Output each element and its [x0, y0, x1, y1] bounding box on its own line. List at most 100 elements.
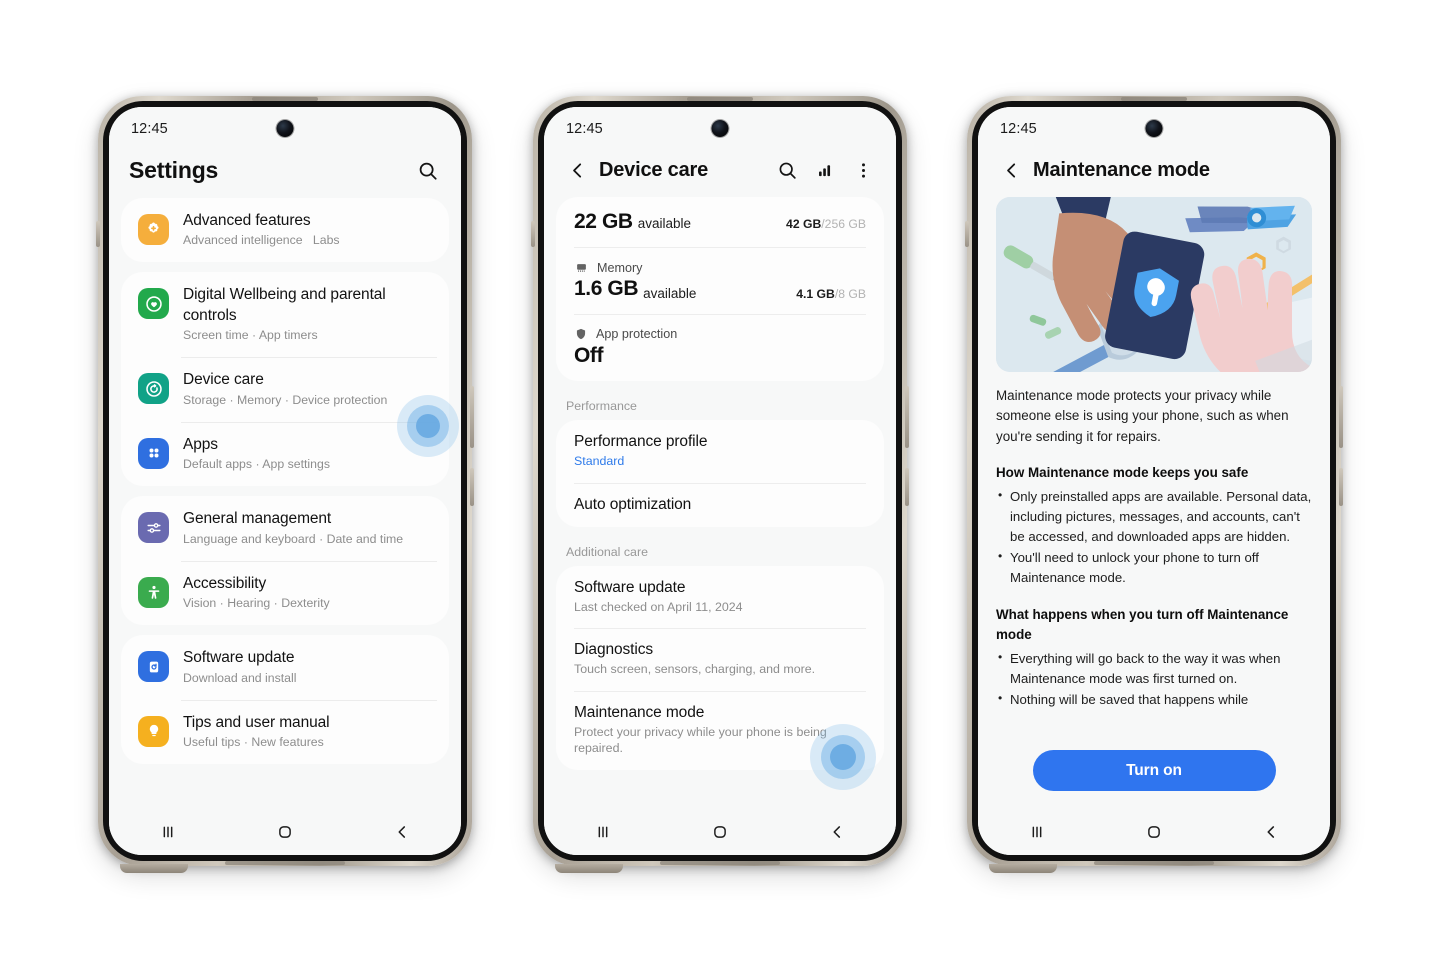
storage-available-value: 22 GB: [574, 210, 633, 233]
row-subtitle: Standard: [574, 454, 625, 468]
row-performance-profile[interactable]: Performance profile Standard: [556, 420, 884, 483]
settings-list[interactable]: Advanced features Advanced intelligence …: [109, 198, 461, 809]
page-title: Device care: [599, 158, 709, 181]
storage-available-label: available: [637, 216, 691, 231]
power-button[interactable]: [905, 468, 909, 506]
frame-antenna-bottom: [1094, 861, 1214, 865]
phone-device-care: 12:45 Device care 22 GB available 42 GB/…: [531, 96, 909, 873]
device-care-content[interactable]: 22 GB available 42 GB/256 GB Memory 1.6 …: [544, 197, 896, 809]
settings-row-title: Tips and user manual: [183, 713, 330, 731]
shield-icon: [574, 327, 588, 341]
system-navigation-bar: [978, 809, 1330, 855]
home-icon[interactable]: [1139, 817, 1169, 847]
settings-row-digital-wellbeing[interactable]: Digital Wellbeing and parental controls …: [121, 272, 449, 357]
sim-tray: [96, 221, 100, 247]
back-icon[interactable]: [822, 817, 852, 847]
list-item: Everything will go back to the way it wa…: [996, 648, 1312, 689]
row-maintenance-mode[interactable]: Maintenance mode Protect your privacy wh…: [556, 690, 884, 770]
memory-row[interactable]: Memory 1.6 GB available 4.1 GB/8 GB: [556, 247, 884, 314]
recents-icon[interactable]: [588, 817, 618, 847]
settings-row-accessibility[interactable]: Accessibility Vision · Hearing · Dexteri…: [121, 560, 449, 625]
status-bar: 12:45: [978, 107, 1330, 151]
frame-speaker-foot: [989, 864, 1057, 873]
device-status-card: 22 GB available 42 GB/256 GB Memory 1.6 …: [556, 197, 884, 381]
settings-row-title: Device care: [183, 371, 264, 389]
settings-row-device-care[interactable]: Device care Storage · Memory · Device pr…: [121, 357, 449, 421]
cta-container: Turn on: [978, 740, 1330, 803]
settings-row-title: Software update: [183, 649, 295, 667]
storage-total: /256 GB: [821, 217, 866, 231]
settings-row-subtitle: Advanced intelligence Labs: [183, 233, 340, 248]
phone-screen-maintenance: 12:45 Maintenance mode Maintenance mode …: [978, 107, 1330, 855]
volume-button[interactable]: [470, 386, 474, 448]
row-title: Performance profile: [574, 433, 708, 450]
power-button[interactable]: [470, 468, 474, 506]
safety-bullet-list: Only preinstalled apps are available. Pe…: [996, 486, 1312, 588]
advanced-features-icon: [138, 214, 169, 245]
status-bar: 12:45: [109, 107, 461, 151]
row-auto-optimization[interactable]: Auto optimization: [556, 482, 884, 527]
storage-row[interactable]: 22 GB available 42 GB/256 GB: [556, 197, 884, 247]
recents-icon[interactable]: [153, 817, 183, 847]
status-clock: 12:45: [1000, 121, 1037, 137]
turn-on-button[interactable]: Turn on: [1032, 750, 1276, 791]
device-care-app-bar: Device care: [544, 151, 896, 197]
power-button[interactable]: [1339, 468, 1343, 506]
maintenance-app-bar: Maintenance mode: [978, 151, 1330, 197]
settings-group: Digital Wellbeing and parental controls …: [121, 272, 449, 487]
row-title: Diagnostics: [574, 641, 654, 659]
additional-care-card: Software update Last checked on April 11…: [556, 565, 884, 771]
apps-icon: [138, 437, 169, 469]
settings-row-subtitle: Vision · Hearing · Dexterity: [183, 596, 330, 611]
back-icon[interactable]: [998, 157, 1024, 183]
home-icon[interactable]: [705, 817, 735, 847]
back-icon[interactable]: [564, 157, 590, 183]
section-heading-safety: How Maintenance mode keeps you safe: [996, 465, 1249, 481]
back-icon[interactable]: [1256, 817, 1286, 847]
frame-speaker-foot: [120, 864, 188, 873]
row-software-update[interactable]: Software update Last checked on April 11…: [556, 566, 884, 629]
frame-antenna-bottom: [660, 861, 780, 865]
settings-row-subtitle: Default apps · App settings: [183, 457, 330, 472]
app-protection-row[interactable]: App protection Off: [556, 314, 884, 381]
overflow-menu-icon[interactable]: [850, 157, 876, 183]
list-item: You'll need to unlock your phone to turn…: [996, 547, 1312, 588]
phone-screen-settings: 12:45 Settings Advanced features Advance…: [109, 107, 461, 855]
status-clock: 12:45: [566, 121, 603, 137]
search-icon[interactable]: [415, 158, 441, 184]
device-care-icon: [138, 373, 169, 405]
settings-row-apps[interactable]: Apps Default apps · App settings: [121, 421, 449, 486]
memory-available-value: 1.6 GB: [574, 277, 639, 300]
search-icon[interactable]: [774, 157, 800, 183]
home-icon[interactable]: [270, 817, 300, 847]
chart-icon[interactable]: [812, 157, 838, 183]
settings-row-subtitle: Useful tips · New features: [183, 734, 324, 749]
memory-chip-icon: [574, 260, 589, 275]
memory-total: /8 GB: [834, 287, 866, 301]
settings-row-tips[interactable]: Tips and user manual Useful tips · New f…: [121, 699, 449, 764]
storage-used: 42 GB: [786, 217, 822, 231]
settings-row-title: General management: [183, 510, 332, 528]
tips-icon: [138, 715, 169, 747]
volume-button[interactable]: [905, 386, 909, 448]
performance-card: Performance profile Standard Auto optimi…: [556, 420, 884, 527]
app-protection-value: Off: [574, 344, 604, 367]
back-icon[interactable]: [387, 817, 417, 847]
page-title: Maintenance mode: [1033, 158, 1210, 181]
system-navigation-bar: [544, 809, 896, 855]
settings-row-advanced-features[interactable]: Advanced features Advanced intelligence …: [121, 198, 449, 262]
volume-button[interactable]: [1339, 386, 1343, 448]
settings-row-general-management[interactable]: General management Language and keyboard…: [121, 496, 449, 560]
settings-row-software-update[interactable]: Software update Download and install: [121, 635, 449, 699]
row-subtitle: Touch screen, sensors, charging, and mor…: [574, 662, 816, 677]
digital-wellbeing-icon: [138, 288, 169, 320]
settings-row-title: Advanced features: [183, 212, 311, 229]
intro-paragraph: Maintenance mode protects your privacy w…: [996, 388, 1289, 444]
accessibility-icon: [138, 576, 169, 608]
section-header-performance: Performance: [566, 399, 637, 413]
status-bar: 12:45: [544, 107, 896, 151]
maintenance-content[interactable]: Maintenance mode protects your privacy w…: [978, 197, 1330, 809]
recents-icon[interactable]: [1022, 817, 1052, 847]
row-diagnostics[interactable]: Diagnostics Touch screen, sensors, charg…: [556, 628, 884, 691]
status-clock: 12:45: [131, 121, 168, 137]
